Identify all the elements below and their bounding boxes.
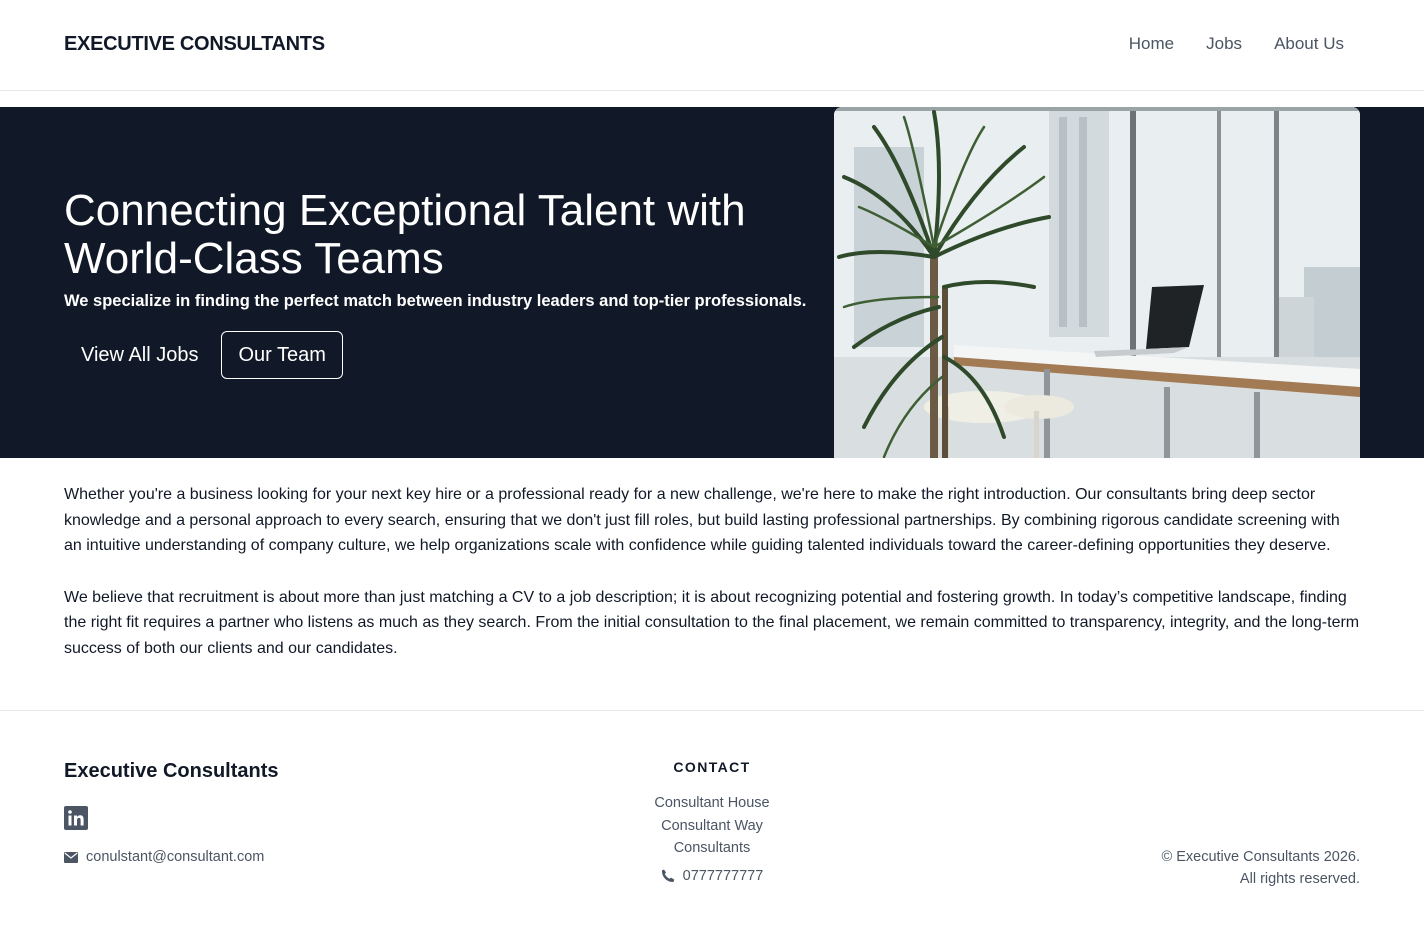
copyright-line: © Executive Consultants 2026. — [1161, 849, 1361, 865]
footer-contact: CONTACT Consultant House Consultant Way … — [562, 759, 862, 888]
hero-section: Connecting Exceptional Talent with World… — [0, 107, 1424, 458]
nav-home[interactable]: Home — [1129, 34, 1174, 54]
site-header: EXECUTIVE CONSULTANTS Home Jobs About Us — [0, 0, 1424, 91]
footer-email[interactable]: conulstant@consultant.com — [64, 849, 264, 865]
address-line: Consultants — [673, 840, 751, 856]
linkedin-icon[interactable] — [64, 806, 88, 830]
site-footer: Executive Consultants conulstant@consult… — [0, 710, 1424, 938]
intro-paragraph: Whether you're a business looking for yo… — [64, 486, 1340, 555]
mail-icon — [64, 851, 78, 863]
email-address[interactable]: conulstant@consultant.com — [86, 849, 264, 865]
hero-title: Connecting Exceptional Talent with World… — [64, 186, 746, 283]
footer-phone[interactable]: 0777777777 — [661, 868, 764, 884]
nav-jobs[interactable]: Jobs — [1206, 34, 1242, 54]
intro-content: Whether you're a business looking for yo… — [64, 482, 1360, 688]
footer-brand: Executive Consultants — [64, 760, 279, 782]
intro-paragraph: We believe that recruitment is about mor… — [64, 588, 1360, 657]
main-nav: Home Jobs About Us — [1129, 34, 1344, 54]
hero-subtitle: We specialize in finding the perfect mat… — [64, 292, 807, 310]
view-all-jobs-button[interactable]: View All Jobs — [64, 331, 215, 379]
contact-heading: CONTACT — [673, 759, 751, 775]
hero-image — [834, 107, 1360, 458]
nav-about-us[interactable]: About Us — [1274, 34, 1344, 54]
phone-icon — [661, 869, 674, 882]
address-line: Consultant House — [654, 795, 770, 811]
hero-actions: View All Jobs Our Team — [64, 331, 343, 379]
address-line: Consultant Way — [661, 817, 763, 834]
copyright: © Executive Consultants 2026. All rights… — [1162, 846, 1361, 890]
brand-logo[interactable]: EXECUTIVE CONSULTANTS — [64, 33, 325, 56]
rights-line: All rights reserved. — [1239, 871, 1360, 887]
phone-number[interactable]: 0777777777 — [683, 868, 764, 884]
our-team-button[interactable]: Our Team — [221, 331, 343, 379]
